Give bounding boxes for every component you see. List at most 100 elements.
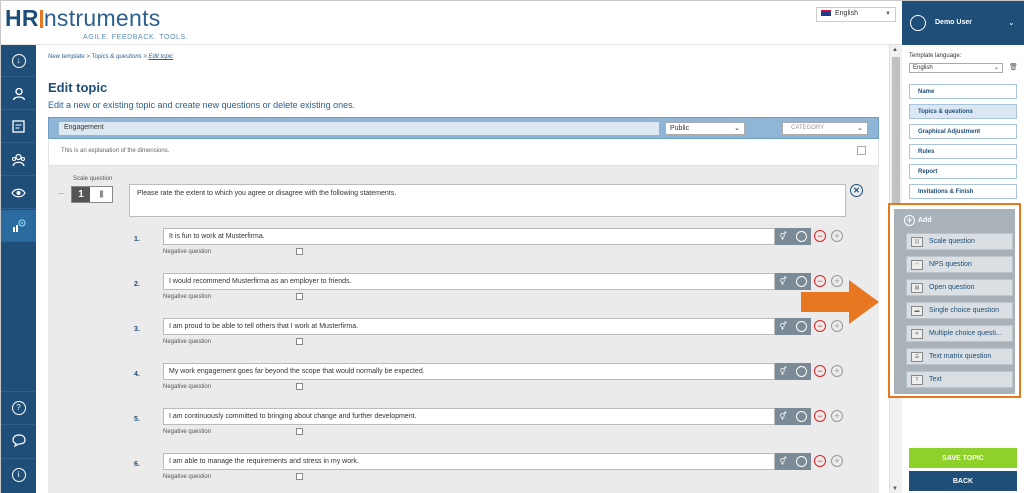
step-invitations-finish[interactable]: Invitations & Finish xyxy=(909,184,1017,199)
add-scale-question[interactable]: ||| Scale question xyxy=(906,233,1013,250)
scroll-up-icon[interactable]: ▲ xyxy=(892,47,898,53)
nav-dashboard-icon[interactable]: ↓ xyxy=(1,45,36,77)
text-icon: T xyxy=(911,375,923,385)
top-header: HR nstruments AGILE. FEEDBACK. TOOLS. Eng… xyxy=(1,1,902,45)
logo[interactable]: HR nstruments xyxy=(5,5,161,32)
page-title: Edit topic xyxy=(48,80,108,95)
add-text[interactable]: T Text xyxy=(906,371,1013,388)
statement-row: 3. I am proud to be able to tell others … xyxy=(48,318,879,358)
chevron-down-icon: ⌄ xyxy=(857,125,863,132)
add-statement-button[interactable]: + xyxy=(831,230,843,242)
negative-question-checkbox[interactable] xyxy=(296,338,303,345)
topic-name-input[interactable]: Engagement xyxy=(59,122,659,135)
gender-icon[interactable]: ⚥ xyxy=(779,277,786,286)
nav-person-icon[interactable] xyxy=(1,78,36,110)
chevron-down-icon: ⌄ xyxy=(993,65,999,71)
gender-icon[interactable]: ⚥ xyxy=(779,367,786,376)
person-icon[interactable] xyxy=(795,231,807,242)
negative-question-checkbox[interactable] xyxy=(296,248,303,255)
remove-statement-button[interactable]: − xyxy=(814,410,826,422)
statement-row: 4. My work engagement goes far beyond th… xyxy=(48,363,879,403)
person-icon[interactable] xyxy=(795,366,807,377)
step-name[interactable]: Name xyxy=(909,84,1017,99)
edit-icon[interactable] xyxy=(857,146,866,155)
category-select[interactable]: CATEGORY ⌄ xyxy=(782,122,868,135)
gender-icon[interactable]: ⚥ xyxy=(779,232,786,241)
statement-row: 6. I am able to manage the requirements … xyxy=(48,453,879,493)
add-nps-question[interactable]: ◠ NPS question xyxy=(906,256,1013,273)
drag-handle-icon[interactable]: ⋯ xyxy=(58,190,65,198)
add-open-question[interactable]: ▤ Open question xyxy=(906,279,1013,296)
statement-tools: ⚥ xyxy=(775,453,811,470)
statement-input[interactable]: I would recommend Musterfirma as an empl… xyxy=(163,273,775,290)
nav-settings-icon[interactable] xyxy=(1,210,36,242)
nav-eye-icon[interactable] xyxy=(1,177,36,209)
gauge-icon: ◠ xyxy=(911,260,923,270)
visibility-select[interactable]: Public ⌄ xyxy=(665,122,745,135)
page-subtitle: Edit a new or existing topic and create … xyxy=(48,100,356,110)
delete-question-icon[interactable]: ✕ xyxy=(850,184,863,197)
remove-statement-button[interactable]: − xyxy=(814,455,826,467)
statement-row: 1. It is fun to work at Musterfirma. ⚥ −… xyxy=(48,228,879,268)
negative-question-checkbox[interactable] xyxy=(296,473,303,480)
add-single-choice-question[interactable]: ▬ Single choice question xyxy=(906,302,1013,319)
user-menu[interactable]: Demo User ⌄ xyxy=(902,1,1024,45)
gender-icon[interactable]: ⚥ xyxy=(779,457,786,466)
breadcrumb[interactable]: New template > Topics & questions > Edit… xyxy=(48,54,173,60)
back-button[interactable]: BACK xyxy=(909,471,1017,491)
person-icon[interactable] xyxy=(795,411,807,422)
matrix-icon: ☰ xyxy=(911,352,923,362)
add-statement-button[interactable]: + xyxy=(831,455,843,467)
remove-statement-button[interactable]: − xyxy=(814,365,826,377)
statement-input[interactable]: I am proud to be able to tell others tha… xyxy=(163,318,775,335)
scroll-down-icon[interactable]: ▼ xyxy=(892,486,898,492)
scale-question-badge[interactable]: 1 |||| xyxy=(71,186,113,203)
step-report[interactable]: Report xyxy=(909,164,1017,179)
question-text-input[interactable]: Please rate the extent to which you agre… xyxy=(129,184,846,217)
scale-icon: |||| xyxy=(99,191,103,198)
language-select[interactable]: English ▼ xyxy=(816,7,896,22)
add-multiple-choice-question[interactable]: ✕ Multiple choice questi... xyxy=(906,325,1013,342)
uk-flag-icon xyxy=(821,10,831,17)
statement-input[interactable]: My work engagement goes far beyond the s… xyxy=(163,363,775,380)
statement-input[interactable]: I am continuously committed to bringing … xyxy=(163,408,775,425)
statement-tools: ⚥ xyxy=(775,228,811,245)
person-icon[interactable] xyxy=(795,456,807,467)
add-header[interactable]: + Add xyxy=(904,215,932,226)
save-topic-button[interactable]: SAVE TOPIC xyxy=(909,448,1017,468)
negative-question-checkbox[interactable] xyxy=(296,428,303,435)
trash-icon[interactable]: 🗑 xyxy=(1009,63,1018,71)
add-statement-button[interactable]: + xyxy=(831,410,843,422)
chevron-down-icon: ⌄ xyxy=(1008,18,1015,27)
chat-icon[interactable] xyxy=(1,424,36,456)
statement-tools: ⚥ xyxy=(775,408,811,425)
question-type-label: Scale question xyxy=(73,176,113,182)
negative-question-checkbox[interactable] xyxy=(296,383,303,390)
chevron-down-icon: ▼ xyxy=(885,11,891,17)
main-content: New template > Topics & questions > Edit… xyxy=(36,45,889,493)
template-language-select[interactable]: English ⌄ xyxy=(909,63,1003,73)
add-text-matrix-question[interactable]: ☰ Text matrix question xyxy=(906,348,1013,365)
help-icon[interactable]: ? xyxy=(1,391,36,423)
add-statement-button[interactable]: + xyxy=(831,365,843,377)
negative-question-checkbox[interactable] xyxy=(296,293,303,300)
single-choice-icon: ▬ xyxy=(911,306,923,316)
step-rules[interactable]: Rules xyxy=(909,144,1017,159)
topic-bar: Engagement Public ⌄ CATEGORY ⌄ xyxy=(48,117,879,139)
statement-row: 2. I would recommend Musterfirma as an e… xyxy=(48,273,879,313)
remove-statement-button[interactable]: − xyxy=(814,230,826,242)
gender-icon[interactable]: ⚥ xyxy=(779,322,786,331)
statement-input[interactable]: I am able to manage the requirements and… xyxy=(163,453,775,470)
statement-input[interactable]: It is fun to work at Musterfirma. xyxy=(163,228,775,245)
left-nav: ↓ ? i xyxy=(1,45,36,493)
statement-row: 5. I am continuously committed to bringi… xyxy=(48,408,879,448)
step-graphical-adjustment[interactable]: Graphical Adjustment xyxy=(909,124,1017,139)
nav-document-icon[interactable] xyxy=(1,111,36,143)
step-topics-questions[interactable]: Topics & questions xyxy=(909,104,1017,119)
topic-explanation[interactable]: This is an explanation of the dimensions… xyxy=(48,140,879,166)
gender-icon[interactable]: ⚥ xyxy=(779,412,786,421)
tagline: AGILE. FEEDBACK. TOOLS. xyxy=(83,34,189,41)
statement-tools: ⚥ xyxy=(775,363,811,380)
nav-group-icon[interactable] xyxy=(1,144,36,176)
info-icon[interactable]: i xyxy=(1,458,36,490)
